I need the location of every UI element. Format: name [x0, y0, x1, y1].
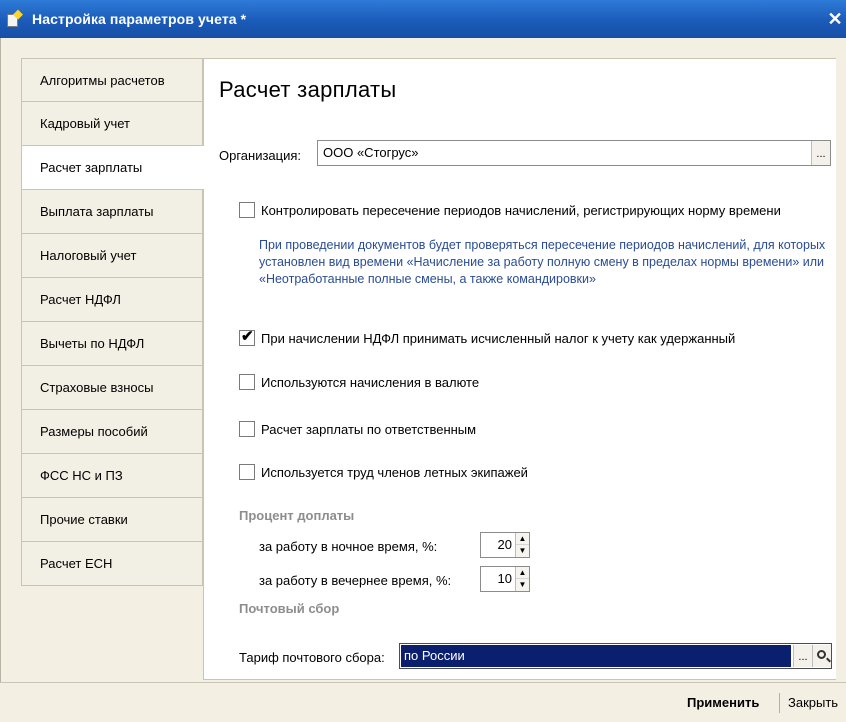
- night-rate-spinner[interactable]: 20 ▲ ▼: [480, 532, 530, 558]
- payroll-by-responsible-checkbox[interactable]: [239, 421, 255, 437]
- currency-accruals-row: Используются начисления в валюте: [239, 374, 479, 390]
- control-periods-label: Контролировать пересечение периодов начи…: [261, 202, 781, 218]
- postal-tariff-value: по России: [401, 645, 791, 667]
- search-icon[interactable]: [812, 645, 831, 667]
- sidebar-item-payroll[interactable]: Расчет зарплаты: [21, 146, 204, 190]
- sidebar-item-label: ФСС НС и ПЗ: [40, 468, 123, 483]
- page-title: Расчет зарплаты: [219, 77, 397, 102]
- sidebar-item-label: Прочие ставки: [40, 512, 128, 527]
- postal-tariff-field[interactable]: по России ...: [399, 643, 832, 669]
- sidebar-item-label: Расчет зарплаты: [40, 160, 143, 175]
- app-icon: ◆: [6, 7, 24, 28]
- sidebar-item-hr[interactable]: Кадровый учет: [21, 102, 203, 146]
- organization-select-button[interactable]: ...: [811, 141, 830, 165]
- check-icon: ✔: [241, 328, 254, 345]
- organization-field[interactable]: ООО «Стогрус»: [317, 140, 831, 166]
- currency-accruals-label: Используются начисления в валюте: [261, 374, 480, 390]
- close-icon[interactable]: ✕: [826, 9, 844, 29]
- footer-bar: Применить Закрыть: [0, 682, 846, 722]
- sidebar-item-label: Кадровый учет: [40, 116, 130, 131]
- ndfl-withheld-row: ✔ При начислении НДФЛ принимать исчислен…: [239, 328, 736, 346]
- payroll-by-responsible-label: Расчет зарплаты по ответственным: [261, 421, 477, 437]
- sidebar-item-label: Выплата зарплаты: [40, 204, 154, 219]
- postal-tariff-label: Тариф почтового сбора:: [239, 650, 385, 665]
- night-rate-label: за работу в ночное время, %:: [259, 539, 438, 554]
- sidebar-item-fss[interactable]: ФСС НС и ПЗ: [21, 454, 203, 498]
- control-periods-checkbox[interactable]: [239, 202, 255, 218]
- postal-heading: Почтовый сбор: [239, 601, 340, 616]
- evening-rate-label: за работу в вечернее время, %:: [259, 573, 452, 588]
- sidebar: Алгоритмы расчетов Кадровый учет Расчет …: [21, 58, 204, 586]
- apply-button[interactable]: Применить: [687, 695, 759, 710]
- control-periods-hint: При проведении документов будет проверят…: [259, 238, 826, 286]
- night-rate-down-icon[interactable]: ▼: [516, 545, 529, 557]
- sidebar-item-tax[interactable]: Налоговый учет: [21, 234, 203, 278]
- organization-value: ООО «Стогрус»: [323, 145, 419, 160]
- evening-rate-up-icon[interactable]: ▲: [516, 567, 529, 579]
- sidebar-item-salary-payment[interactable]: Выплата зарплаты: [21, 190, 203, 234]
- evening-rate-value: 10: [497, 571, 512, 586]
- sidebar-item-label: Страховые взносы: [40, 380, 154, 395]
- sidebar-item-ndfl-calc[interactable]: Расчет НДФЛ: [21, 278, 203, 322]
- evening-rate-down-icon[interactable]: ▼: [516, 579, 529, 591]
- sidebar-item-label: Расчет ЕСН: [40, 556, 113, 571]
- sidebar-item-label: Размеры пособий: [40, 424, 148, 439]
- flight-crews-row: Используется труд членов летных экипажей: [239, 464, 528, 480]
- window-titlebar: ◆ Настройка параметров учета * ✕: [0, 0, 846, 38]
- sidebar-item-label: Расчет НДФЛ: [40, 292, 121, 307]
- night-rate-up-icon[interactable]: ▲: [516, 533, 529, 545]
- sidebar-item-label: Налоговый учет: [40, 248, 137, 263]
- surcharge-heading: Процент доплаты: [239, 508, 355, 523]
- sidebar-item-algorithms[interactable]: Алгоритмы расчетов: [21, 58, 203, 102]
- organization-label: Организация:: [219, 148, 302, 163]
- ndfl-withheld-checkbox[interactable]: ✔: [239, 328, 255, 346]
- flight-crews-checkbox[interactable]: [239, 464, 255, 480]
- flight-crews-label: Используется труд членов летных экипажей: [261, 464, 528, 480]
- sidebar-item-label: Алгоритмы расчетов: [40, 72, 165, 88]
- settings-panel: Расчет зарплаты Организация: ООО «Стогру…: [203, 58, 836, 680]
- sidebar-item-label: Вычеты по НДФЛ: [40, 336, 145, 351]
- sidebar-item-other-rates[interactable]: Прочие ставки: [21, 498, 203, 542]
- sidebar-item-ndfl-deductions[interactable]: Вычеты по НДФЛ: [21, 322, 203, 366]
- footer-divider: [779, 693, 780, 713]
- sidebar-item-esn[interactable]: Расчет ЕСН: [21, 542, 203, 586]
- control-periods-row: Контролировать пересечение периодов начи…: [239, 202, 781, 218]
- evening-rate-spinner[interactable]: 10 ▲ ▼: [480, 566, 530, 592]
- sidebar-item-benefits[interactable]: Размеры пособий: [21, 410, 203, 454]
- currency-accruals-checkbox[interactable]: [239, 374, 255, 390]
- night-rate-value: 20: [497, 537, 512, 552]
- sidebar-item-insurance[interactable]: Страховые взносы: [21, 366, 203, 410]
- payroll-by-responsible-row: Расчет зарплаты по ответственным: [239, 421, 476, 437]
- window-title: Настройка параметров учета *: [32, 11, 247, 27]
- ndfl-withheld-label: При начислении НДФЛ принимать исчисленны…: [261, 330, 736, 346]
- close-button[interactable]: Закрыть: [788, 695, 838, 710]
- postal-tariff-select-button[interactable]: ...: [793, 645, 812, 667]
